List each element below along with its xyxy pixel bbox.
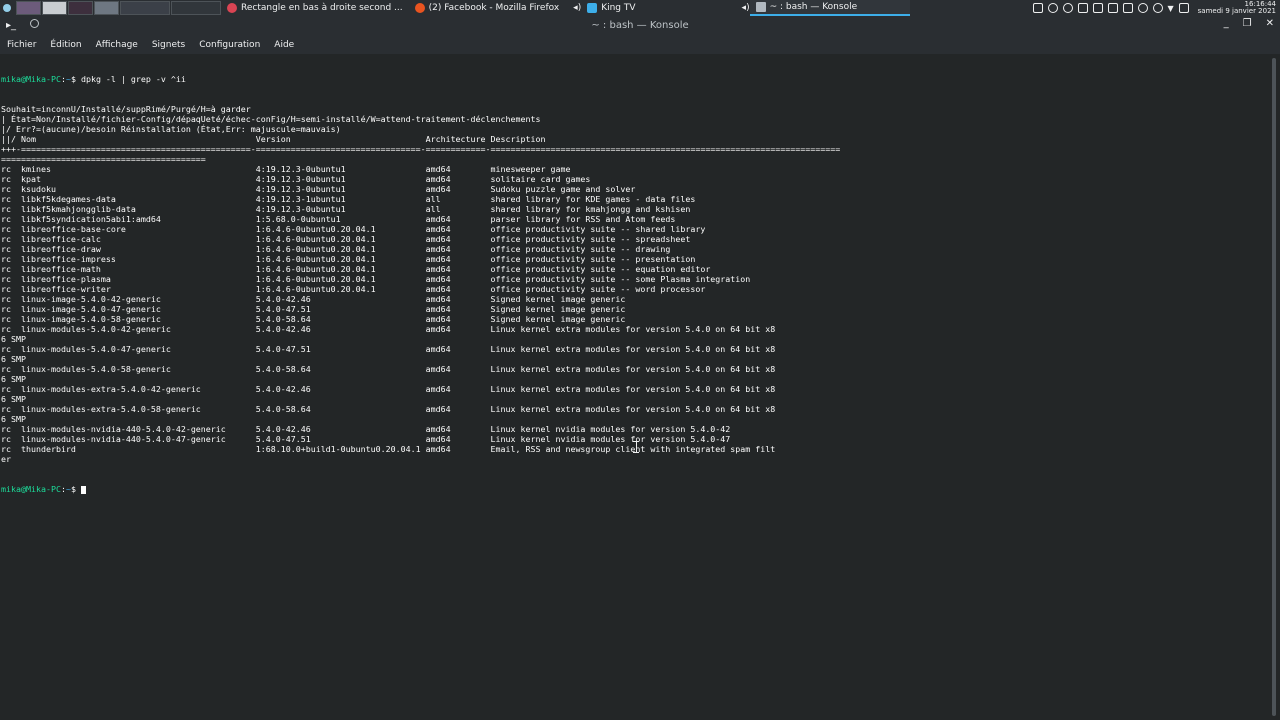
desktop-4[interactable]: [94, 1, 119, 15]
screenshot-icon[interactable]: [1077, 3, 1088, 13]
audio-playing-icon[interactable]: ◂): [573, 3, 581, 13]
desktop-1[interactable]: [16, 1, 41, 15]
menu-signets[interactable]: Signets: [145, 40, 192, 50]
output-line: 6 SMP: [1, 414, 26, 424]
output-line: rc kmines 4:19.12.3-0ubuntu1 amd64 mines…: [1, 164, 571, 174]
command-text: dpkg -l | grep -v ^ii: [80, 74, 186, 84]
output-line: rc linux-modules-5.4.0-58-generic 5.4.0-…: [1, 364, 776, 374]
output-line: rc linux-image-5.4.0-47-generic 5.4.0-47…: [1, 304, 626, 314]
window-titlebar[interactable]: ▸_ ~ : bash — Konsole _ ❐ ✕: [0, 16, 1280, 35]
output-line: rc linux-image-5.4.0-42-generic 5.4.0-42…: [1, 294, 626, 304]
output-line: rc linux-image-5.4.0-58-generic 5.4.0-58…: [1, 314, 626, 324]
task-king-tv[interactable]: King TV: [581, 0, 641, 16]
text-cursor: [80, 485, 86, 494]
menu-fichier[interactable]: Fichier: [0, 40, 43, 50]
output-line: rc libreoffice-plasma 1:6.4.6-0ubuntu0.2…: [1, 274, 751, 284]
minimize-icon[interactable]: _: [1224, 18, 1229, 29]
menu-bar: Fichier Édition Affichage Signets Config…: [0, 35, 1280, 54]
battery-icon[interactable]: [1122, 3, 1133, 13]
output-line: rc linux-modules-5.4.0-47-generic 5.4.0-…: [1, 344, 776, 354]
digital-clock[interactable]: 16:16:44 samedi 9 janvier 2021: [1198, 1, 1276, 15]
prompt-user: mika@Mika-PC: [1, 484, 61, 494]
current-prompt[interactable]: mika@Mika-PC:~$: [0, 484, 1268, 494]
output-line: rc libreoffice-base-core 1:6.4.6-0ubuntu…: [1, 224, 706, 234]
task-label: Rectangle en bas à droite second ...: [241, 3, 403, 13]
plasma-panel: Rectangle en bas à droite second ... (2)…: [0, 0, 1280, 16]
system-tray: ▼ 16:16:44 samedi 9 janvier 2021: [1032, 0, 1280, 16]
prompt-path: ~: [65, 484, 71, 494]
chevron-up-icon[interactable]: ▼: [1168, 4, 1174, 13]
output-line: er: [1, 454, 11, 464]
output-line: 6 SMP: [1, 334, 26, 344]
window-title: ~ : bash — Konsole: [591, 20, 689, 31]
output-line: rc libreoffice-math 1:6.4.6-0ubuntu0.20.…: [1, 264, 711, 274]
output-line: rc libreoffice-draw 1:6.4.6-0ubuntu0.20.…: [1, 244, 671, 254]
output-line: ========================================…: [1, 154, 206, 164]
prompt-path: ~: [65, 74, 71, 84]
output-line: rc libkf5kdegames-data 4:19.12.3-1ubuntu…: [1, 194, 696, 204]
terminal-scrollbar[interactable]: [1268, 54, 1280, 720]
display-icon[interactable]: [1092, 3, 1103, 13]
command-line: mika@Mika-PC:~$ dpkg -l | grep -v ^ii: [1, 74, 186, 84]
output-line: rc linux-modules-5.4.0-42-generic 5.4.0-…: [1, 324, 776, 334]
konsole-icon: [755, 2, 766, 12]
menu-affichage[interactable]: Affichage: [89, 40, 145, 50]
volume-icon[interactable]: [1152, 3, 1163, 13]
menu-edition[interactable]: Édition: [43, 40, 88, 50]
task-konsole[interactable]: ~ : bash — Konsole: [749, 0, 910, 16]
clipboard-icon[interactable]: [1107, 3, 1118, 13]
virtual-desktop-pager[interactable]: [16, 1, 221, 15]
keep-above-icon[interactable]: [30, 19, 39, 28]
task-label: (2) Facebook - Mozilla Firefox: [428, 3, 560, 13]
output-line: 6 SMP: [1, 394, 26, 404]
desktop-3[interactable]: [68, 1, 93, 15]
bluetooth-icon[interactable]: [1137, 3, 1148, 13]
output-line: +++-====================================…: [1, 144, 841, 154]
notes-icon[interactable]: [1032, 3, 1043, 13]
firefox-icon: [414, 3, 425, 13]
desktop-6[interactable]: [171, 1, 221, 15]
task-spectacle[interactable]: Rectangle en bas à droite second ...: [221, 0, 409, 16]
media-pause-icon[interactable]: [1047, 3, 1058, 13]
maximize-icon[interactable]: ❐: [1243, 18, 1252, 29]
output-line: rc libreoffice-calc 1:6.4.6-0ubuntu0.20.…: [1, 234, 691, 244]
output-line: rc linux-modules-extra-5.4.0-58-generic …: [1, 404, 776, 414]
output-line: rc kpat 4:19.12.3-0ubuntu1 amd64 solitai…: [1, 174, 591, 184]
task-label: ~ : bash — Konsole: [769, 2, 858, 12]
output-line: 6 SMP: [1, 374, 26, 384]
scrollbar-thumb[interactable]: [1272, 58, 1276, 716]
output-line: | État=Non/Installé/fichier-Config/dépaq…: [1, 114, 541, 124]
output-line: rc libkf5kmahjongglib-data 4:19.12.3-0ub…: [1, 204, 691, 214]
task-firefox[interactable]: (2) Facebook - Mozilla Firefox: [409, 0, 566, 16]
close-icon[interactable]: ✕: [1266, 18, 1274, 29]
desktop-2[interactable]: [42, 1, 67, 15]
output-line: rc libreoffice-writer 1:6.4.6-0ubuntu0.2…: [1, 284, 706, 294]
clock-date: samedi 9 janvier 2021: [1197, 7, 1276, 15]
output-line: rc linux-modules-extra-5.4.0-42-generic …: [1, 384, 776, 394]
output-line: rc ksudoku 4:19.12.3-0ubuntu1 amd64 Sudo…: [1, 184, 636, 194]
task-label: King TV: [601, 3, 636, 13]
command-output: Souhait=inconnU/Installé/suppRimé/Purgé/…: [0, 104, 1268, 464]
output-line: rc linux-modules-nvidia-440-5.4.0-42-gen…: [1, 424, 731, 434]
application-launcher-icon[interactable]: [0, 0, 14, 16]
output-line: 6 SMP: [1, 354, 26, 364]
output-line: |/ Err?=(aucune)/besoin Réinstallation (…: [1, 124, 341, 134]
spectacle-icon: [227, 3, 237, 13]
menu-aide[interactable]: Aide: [267, 40, 301, 50]
calendar-icon[interactable]: [1178, 3, 1189, 13]
mouse-cursor-ibeam-icon: [633, 441, 639, 453]
desktop-5[interactable]: [120, 1, 170, 15]
konsole-icon[interactable]: ▸_: [6, 20, 16, 31]
output-line: rc libreoffice-impress 1:6.4.6-0ubuntu0.…: [1, 254, 696, 264]
weather-icon[interactable]: [1062, 3, 1073, 13]
audio-playing-icon[interactable]: ◂): [742, 3, 750, 13]
output-line: ||/ Nom Version Architecture Description: [1, 134, 546, 144]
prompt-user: mika@Mika-PC: [1, 74, 61, 84]
menu-configuration[interactable]: Configuration: [192, 40, 267, 50]
output-line: Souhait=inconnU/Installé/suppRimé/Purgé/…: [1, 104, 251, 114]
app-icon: [587, 3, 598, 13]
output-line: rc libkf5syndication5abi1:amd64 1:5.68.0…: [1, 214, 676, 224]
terminal-view[interactable]: mika@Mika-PC:~$ dpkg -l | grep -v ^ii So…: [0, 54, 1268, 720]
